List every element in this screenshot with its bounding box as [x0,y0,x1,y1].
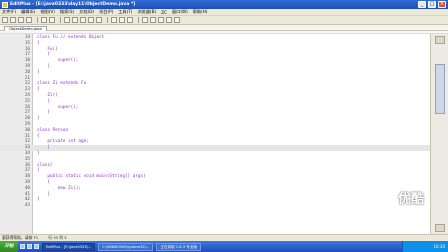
maximize-button[interactable]: □ [428,1,436,8]
cut-icon[interactable] [64,17,70,23]
paste-icon[interactable] [80,17,86,23]
new-file-icon[interactable] [2,17,8,23]
menu-project[interactable]: 项目(P) [99,9,113,15]
explorer-quicklaunch-icon[interactable] [34,244,39,249]
status-bar: 要获得帮助，请按 F1 行 33 列 5 [0,234,448,241]
run-icon[interactable] [174,17,180,23]
redo-icon[interactable] [96,17,102,23]
minimize-button[interactable]: _ [418,1,426,8]
browser-icon[interactable] [166,17,172,23]
start-button[interactable]: 开始 [0,241,18,252]
menu-zc[interactable]: ZC [161,10,167,15]
code-line[interactable]: 43 [0,203,430,209]
window-title: EditPlus - [E:\java0333\day11\ObjectDemo… [10,2,136,7]
copy-icon[interactable] [72,17,78,23]
save-all-icon[interactable] [26,17,32,23]
toolbar-separator [107,17,108,23]
menu-file[interactable]: 文件(F) [2,9,16,15]
preview-icon[interactable] [49,17,55,23]
scroll-down-arrow-icon[interactable] [435,224,445,232]
taskbar-item-cmd[interactable]: C:\WINDOWS\system32\... [98,242,154,251]
system-tray-clock: 10:30 [402,241,448,252]
menu-help[interactable]: 帮助(H) [193,9,208,15]
scrollbar-thumb[interactable] [435,64,445,114]
toolbar-separator [138,17,139,23]
menu-document[interactable]: 文档(D) [79,9,94,15]
menu-edit[interactable]: 编辑(E) [21,9,35,15]
title-bar: EditPlus - [E:\java0333\day11\ObjectDemo… [0,0,448,9]
find-icon[interactable] [111,17,117,23]
menu-view[interactable]: 视图(V) [40,9,55,15]
scroll-up-arrow-icon[interactable] [435,36,445,44]
youku-watermark: 优酷 [398,192,425,207]
code-editor[interactable]: 14 class Fu // extends Object 15{16 Fu() 17… [0,34,430,234]
line-number: 43 [24,203,30,209]
print-icon[interactable] [41,17,47,23]
replace-icon[interactable] [119,17,125,23]
ie-quicklaunch-icon[interactable] [27,244,32,249]
show-desktop-icon[interactable] [20,244,25,249]
menu-tools[interactable]: 工具(T) [118,9,132,15]
menu-browser[interactable]: 浏览器(B) [137,9,156,15]
undo-icon[interactable] [88,17,94,23]
taskbar-item-recorder[interactable]: 正在录制 1.8.3 专业版 [156,242,201,251]
editplus-app-icon [2,1,8,8]
taskbar-item-editplus[interactable]: EditPlus - [E:\java0333\... [42,242,96,251]
word-wrap-icon[interactable] [142,17,148,23]
toolbar [0,16,448,25]
save-icon[interactable] [18,17,24,23]
close-button[interactable]: × [438,1,446,8]
menu-bar: 文件(F) 编辑(E) 视图(V) 搜索(S) 文档(D) 项目(P) 工具(T… [0,9,448,16]
line-number-icon[interactable] [158,17,164,23]
toolbar-separator [60,17,61,23]
toolbar-separator [37,17,38,23]
windows-taskbar: 开始 EditPlus - [E:\java0333\... C:\WINDOW… [0,241,448,252]
open-file-icon[interactable] [10,17,16,23]
ruler-icon[interactable] [150,17,156,23]
goto-icon[interactable] [127,17,133,23]
menu-window[interactable]: 窗口(W) [172,9,188,15]
menu-search[interactable]: 搜索(S) [60,9,74,15]
